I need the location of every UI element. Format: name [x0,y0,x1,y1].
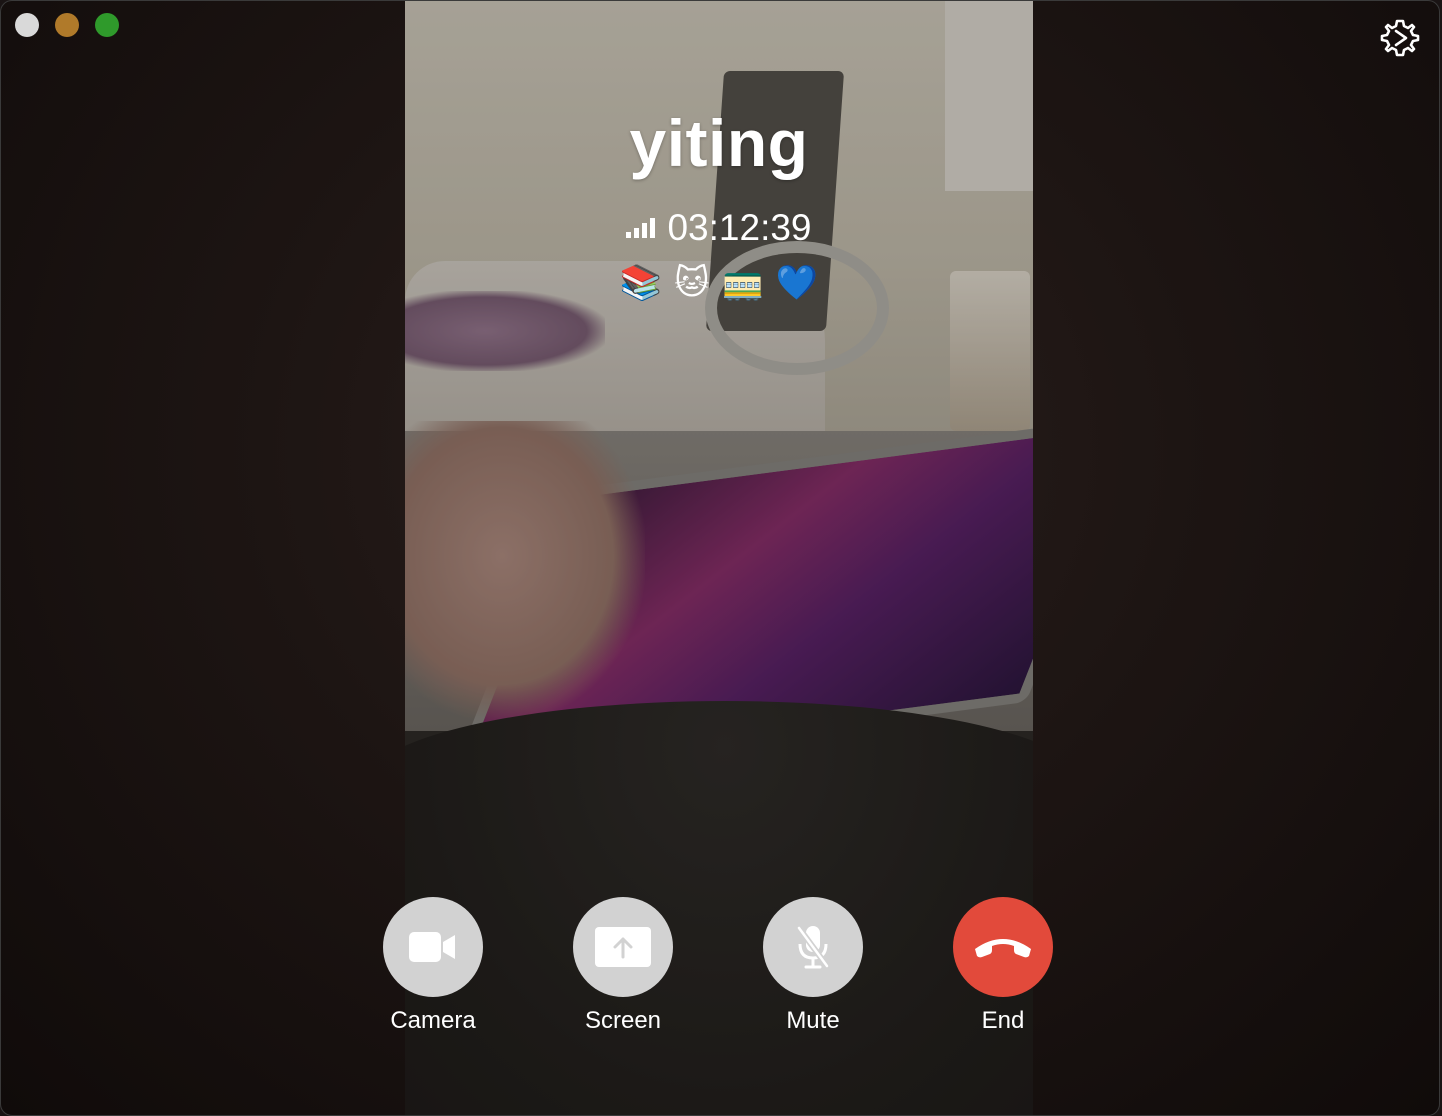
phone-hangup-icon [975,939,1031,958]
camera-button-circle[interactable] [383,897,483,997]
call-status: 03:12:39 [405,207,1033,249]
call-window: yiting 03:12:39 📚 🐱 🚃 💙 Camera Screen Mu… [0,0,1440,1116]
microphone-slash-icon [796,926,830,969]
screen-share-button[interactable]: Screen [563,897,683,1035]
minimize-window-button[interactable] [55,13,79,37]
screen-button-label: Screen [584,1007,662,1034]
video-camera-icon [409,932,455,962]
gear-icon [1380,19,1420,57]
mute-button-circle[interactable] [763,897,863,997]
screen-button-circle[interactable] [573,897,673,997]
window-controls [15,13,119,37]
caller-name: yiting [629,106,809,180]
signal-strength-icon [626,218,656,238]
camera-button-label: Camera [390,1007,476,1034]
mute-button[interactable]: Mute [753,897,873,1035]
close-window-button[interactable] [15,13,39,37]
status-emojis: 📚 🐱 🚃 💙 [405,263,1033,303]
end-button-label: End [981,1007,1025,1034]
end-call-button[interactable]: End [943,897,1063,1035]
end-button-circle[interactable] [953,897,1053,997]
tram-emoji: 🚃 [721,264,764,302]
call-duration: 03:12:39 [667,207,812,248]
blue-heart-emoji: 💙 [775,264,819,302]
settings-button[interactable] [1379,17,1421,59]
camera-button[interactable]: Camera [373,897,493,1035]
screen-share-icon [595,927,651,967]
cat-emoji: 🐱 [674,264,710,302]
maximize-window-button[interactable] [95,13,119,37]
books-emoji: 📚 [619,264,663,302]
mute-button-label: Mute [786,1007,840,1034]
